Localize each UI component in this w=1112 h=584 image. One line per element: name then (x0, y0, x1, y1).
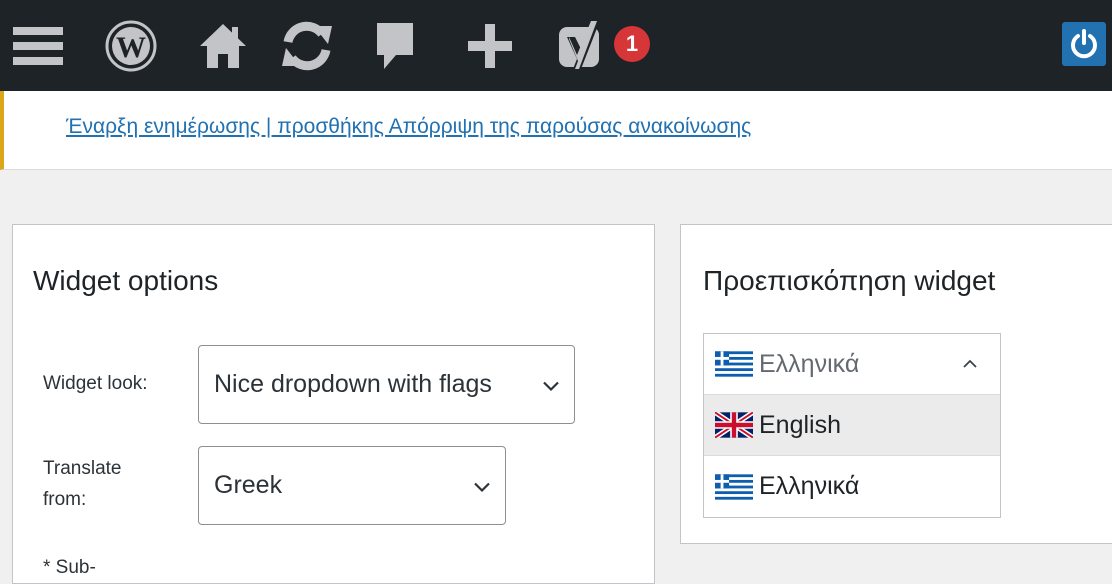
language-dropdown-selected[interactable]: Ελληνικά (704, 334, 1000, 395)
language-dropdown[interactable]: Ελληνικά English Ελληνικά (703, 333, 1001, 518)
widget-options-panel: Widget options Widget look: Nice dropdow… (12, 224, 655, 584)
chevron-down-icon (542, 370, 560, 399)
widget-preview-title: Προεπισκόπηση widget (703, 265, 996, 296)
widget-look-select[interactable]: Nice dropdown with flags (198, 345, 575, 424)
admin-bar: W 1 (0, 0, 1112, 91)
translate-from-value: Greek (214, 471, 283, 499)
widget-look-label: Widget look: (43, 373, 148, 394)
plus-icon[interactable] (464, 0, 516, 91)
greek-flag-icon (715, 473, 753, 500)
refresh-icon[interactable] (276, 0, 338, 91)
wordpress-logo-icon[interactable]: W (103, 0, 159, 91)
selected-language: Ελληνικά (759, 349, 860, 378)
translate-from-label: Translate from: (43, 458, 122, 510)
notice-links[interactable]: Έναρξη ενημέρωσης | προσθήκης Απόρριψη τ… (66, 115, 751, 139)
comment-icon[interactable] (373, 0, 417, 91)
power-icon[interactable] (1062, 22, 1106, 66)
language-option-label: English (759, 410, 841, 439)
translate-from-select[interactable]: Greek (198, 446, 506, 525)
widget-options-title: Widget options (33, 265, 219, 296)
home-icon[interactable] (196, 0, 250, 91)
yoast-logo-icon[interactable] (556, 0, 612, 91)
update-notice: Έναρξη ενημέρωσης | προσθήκης Απόρριψη τ… (0, 91, 1112, 170)
widget-look-value: Nice dropdown with flags (214, 370, 492, 398)
notification-badge[interactable]: 1 (614, 26, 650, 62)
chevron-up-icon[interactable] (962, 356, 978, 374)
sub-label: * Sub- (43, 557, 96, 578)
language-option-english[interactable]: English (704, 395, 1000, 456)
widget-preview-panel: Προεπισκόπηση widget Ελληνικά English Ελ… (680, 224, 1112, 544)
uk-flag-icon (715, 412, 753, 438)
chevron-down-icon (473, 471, 491, 500)
svg-text:W: W (116, 31, 146, 64)
menu-icon[interactable] (12, 0, 64, 91)
language-option-label: Ελληνικά (759, 472, 860, 500)
language-option-greek[interactable]: Ελληνικά (704, 456, 1000, 517)
greek-flag-icon (715, 351, 753, 377)
